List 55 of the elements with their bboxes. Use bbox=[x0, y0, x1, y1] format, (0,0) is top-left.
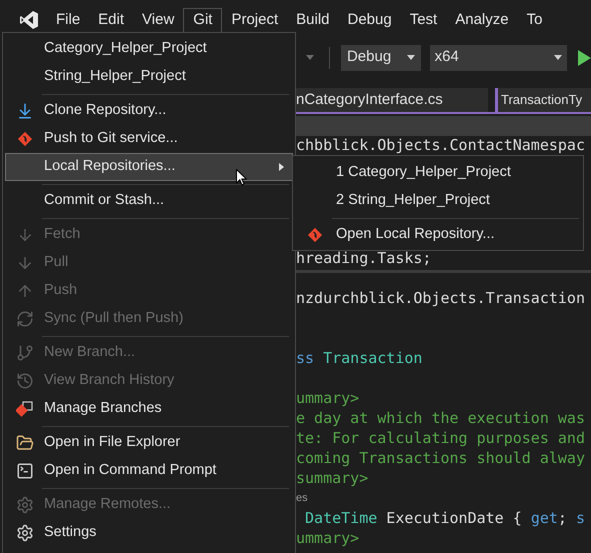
code-line: nzdurchblick.Objects.Transaction bbox=[296, 288, 586, 308]
down-arrow-icon bbox=[16, 254, 34, 272]
codelens-text[interactable]: es bbox=[296, 492, 308, 504]
configuration-dropdown[interactable]: Debug bbox=[340, 44, 421, 70]
menu-item[interactable]: 1 Category_Helper_Project bbox=[293, 159, 583, 187]
code-line: chbblick.Objects.ContactNamespac bbox=[296, 136, 586, 155]
mouse-pointer-icon bbox=[236, 169, 247, 186]
download-tray-icon bbox=[16, 102, 34, 120]
menu-item[interactable]: Local Repositories... bbox=[5, 153, 293, 181]
menu-item[interactable]: Push to Git service... bbox=[5, 125, 293, 153]
settings-icon bbox=[16, 496, 34, 514]
menu-item[interactable]: String_Helper_Project bbox=[5, 63, 293, 91]
settings-icon bbox=[16, 524, 34, 542]
code-line: ss Transaction bbox=[296, 348, 424, 368]
code-line: te: For calculating purposes and bbox=[296, 428, 586, 448]
code-line: ummary> bbox=[296, 388, 360, 408]
menu-bar-item[interactable]: To bbox=[518, 8, 552, 32]
terminal-icon bbox=[16, 462, 34, 480]
editor-tab[interactable]: nCategoryInterface.cs bbox=[296, 88, 488, 112]
code-line: hreading.Tasks; bbox=[296, 248, 432, 268]
caret-icon bbox=[306, 55, 314, 60]
code-line: e day at which the execution was bbox=[296, 408, 586, 428]
menu-bar-item[interactable]: Project bbox=[222, 8, 288, 32]
caret-icon bbox=[406, 55, 415, 60]
code-line: summary> bbox=[296, 468, 370, 488]
play-icon[interactable] bbox=[578, 50, 591, 66]
platform-dropdown[interactable]: x64 bbox=[430, 44, 568, 70]
code-line: coming Transactions should alway bbox=[296, 448, 586, 468]
menu-bar-item[interactable]: Debug bbox=[338, 8, 401, 32]
history-clock-icon bbox=[16, 372, 34, 390]
menu-bar-item[interactable]: Analyze bbox=[446, 8, 518, 32]
menu-bar-item[interactable]: Test bbox=[400, 8, 446, 32]
menu-item[interactable]: Open in Command Prompt bbox=[5, 457, 293, 485]
logo-icon bbox=[19, 10, 39, 30]
configuration-value: Debug bbox=[346, 47, 392, 68]
code-line: DateTime ExecutionDate { get; s bbox=[304, 508, 586, 528]
menu-bar-item[interactable]: Edit bbox=[89, 8, 134, 32]
menu-item[interactable]: Open in File Explorer bbox=[5, 429, 293, 457]
branch-icon bbox=[16, 344, 34, 362]
menu-item[interactable]: Manage Branches bbox=[5, 395, 293, 423]
menu-item[interactable]: Commit or Stash... bbox=[5, 187, 293, 215]
menu-item[interactable]: Clone Repository... bbox=[5, 97, 293, 125]
menu-bar-item[interactable]: File bbox=[47, 8, 90, 32]
git-branches-icon bbox=[16, 400, 34, 418]
menu-item[interactable]: 2 String_Helper_Project bbox=[293, 187, 583, 215]
menu-item[interactable]: Settings bbox=[5, 519, 293, 547]
menu-bar-item[interactable]: View bbox=[133, 8, 184, 32]
caret-icon bbox=[554, 55, 562, 60]
platform-value: x64 bbox=[434, 47, 459, 68]
menu-item[interactable]: Open Local Repository... bbox=[293, 221, 583, 249]
folder-icon bbox=[16, 434, 34, 452]
sync-arrows-icon bbox=[16, 310, 34, 328]
code-line: ummary> bbox=[296, 528, 360, 548]
editor-tab[interactable]: TransactionTy bbox=[495, 88, 591, 112]
menu-bar-item[interactable]: Build bbox=[287, 8, 338, 32]
